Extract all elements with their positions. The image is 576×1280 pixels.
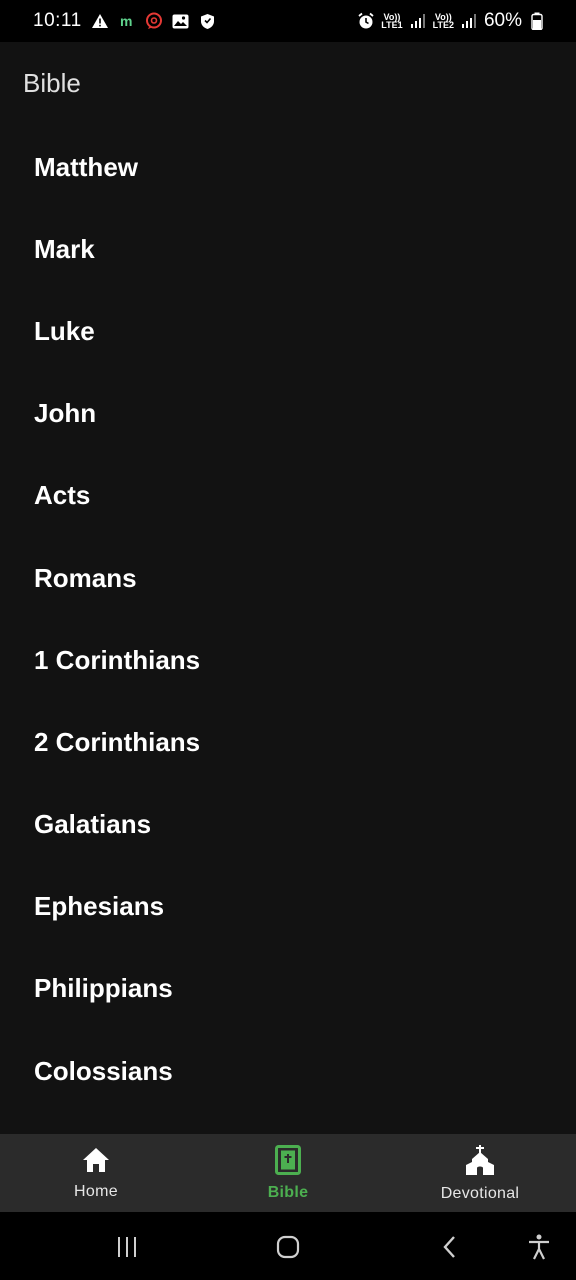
back-button[interactable] <box>433 1230 467 1264</box>
book-list: Matthew Mark Luke John Acts Romans 1 Cor… <box>0 126 576 1134</box>
warning-icon <box>91 12 109 30</box>
svg-text:m: m <box>120 14 132 28</box>
status-left: 10:11 m <box>33 10 217 32</box>
bible-icon <box>275 1144 301 1180</box>
shield-icon <box>199 12 217 30</box>
list-item[interactable]: 1 Corinthians <box>0 619 576 701</box>
status-right: Vo)) LTE1 Vo)) LTE2 60% <box>357 10 546 32</box>
bottom-nav: Home Bible Devotional <box>0 1134 576 1212</box>
list-item[interactable]: Romans <box>0 537 576 619</box>
status-time: 10:11 <box>33 10 82 31</box>
list-item[interactable]: Galatians <box>0 784 576 866</box>
alarm-icon <box>357 12 375 30</box>
net1-label: Vo)) LTE1 <box>381 12 403 30</box>
page-title: Bible <box>23 68 81 98</box>
list-item[interactable]: John <box>0 373 576 455</box>
list-item[interactable]: Acts <box>0 455 576 537</box>
list-item[interactable]: Philippians <box>0 948 576 1030</box>
signal-icon <box>460 12 478 30</box>
nav-item-devotional[interactable]: Devotional <box>384 1134 576 1212</box>
church-icon <box>464 1144 496 1181</box>
m-app-icon: m <box>118 12 136 30</box>
list-item[interactable]: Ephesians <box>0 866 576 948</box>
image-icon <box>172 12 190 30</box>
recent-apps-button[interactable] <box>110 1230 144 1264</box>
home-icon <box>81 1146 111 1179</box>
accessibility-icon[interactable] <box>522 1230 556 1264</box>
nav-label-devotional: Devotional <box>440 1184 520 1202</box>
home-button[interactable] <box>271 1230 305 1264</box>
nav-label-home: Home <box>74 1182 118 1200</box>
list-item[interactable]: Colossians <box>0 1030 576 1112</box>
list-item[interactable]: 2 Corinthians <box>0 701 576 783</box>
list-item[interactable]: Luke <box>0 290 576 372</box>
at-chat-icon <box>145 12 163 30</box>
app-header: Bible <box>0 42 576 124</box>
system-nav-bar <box>0 1212 576 1280</box>
battery-percent: 60% <box>483 10 522 31</box>
nav-item-home[interactable]: Home <box>0 1134 192 1212</box>
signal-icon <box>409 12 427 30</box>
status-bar: 10:11 m Vo)) LTE1 Vo)) LTE2 60% <box>0 0 576 42</box>
list-item[interactable]: Mark <box>0 208 576 290</box>
nav-item-bible[interactable]: Bible <box>192 1134 384 1212</box>
list-item[interactable]: Matthew <box>0 126 576 208</box>
net2-label: Vo)) LTE2 <box>432 12 454 30</box>
battery-icon <box>528 12 546 30</box>
nav-label-bible: Bible <box>267 1183 309 1201</box>
